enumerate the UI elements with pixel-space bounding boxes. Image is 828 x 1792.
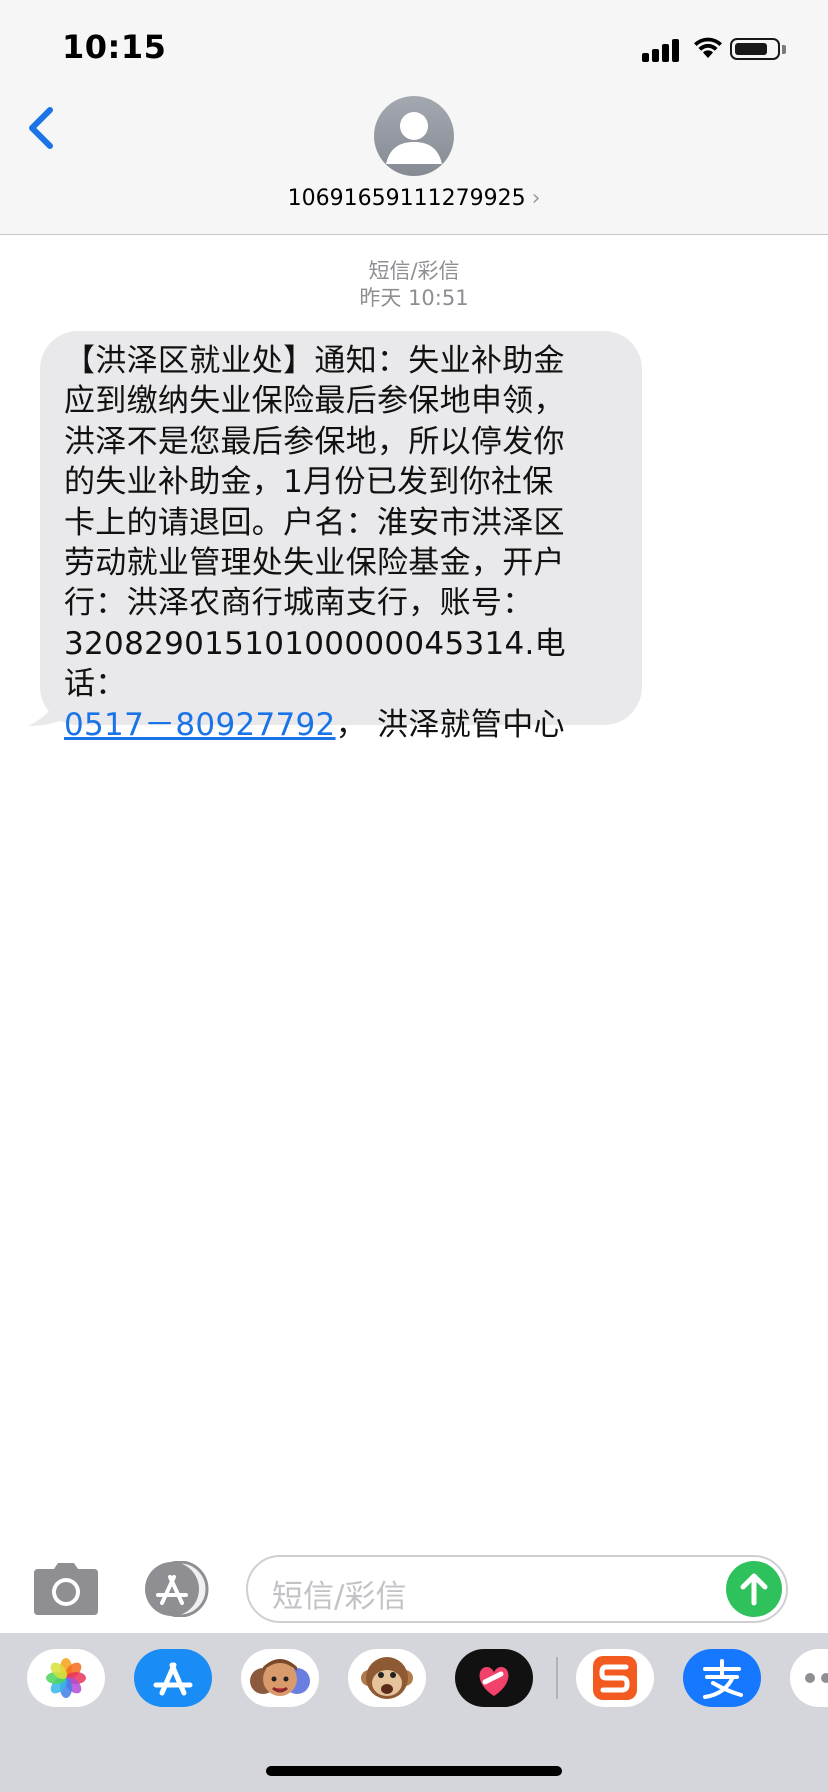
service-label: 短信/彩信 (368, 259, 460, 283)
message-input[interactable]: 短信/彩信 (246, 1555, 788, 1623)
message-signature: ， 洪泽就管中心 (335, 706, 565, 743)
phone-link[interactable]: 0517－80927792 (64, 707, 336, 743)
back-button[interactable] (20, 100, 60, 156)
contact-name-button[interactable]: 10691659111279925 › (0, 186, 828, 211)
message-bubble[interactable]: 【洪泽区就业处】通知：失业补助金 应到缴纳失业保险最后参保地申领， 洪泽不是您最… (40, 331, 642, 743)
input-placeholder: 短信/彩信 (272, 1579, 407, 1615)
battery-icon (730, 38, 780, 60)
sogou-app-icon[interactable] (576, 1649, 654, 1707)
home-indicator[interactable] (266, 1766, 562, 1776)
app-store-icon (145, 1560, 209, 1618)
photos-app-icon[interactable] (27, 1649, 105, 1707)
app-store-button[interactable] (140, 1560, 212, 1618)
send-arrow-icon (740, 1573, 768, 1606)
battery-cap (782, 45, 786, 54)
battery-level (735, 43, 767, 55)
chevron-left-icon (29, 107, 53, 149)
more-apps-icon[interactable] (790, 1649, 828, 1707)
digital-touch-app-icon[interactable] (455, 1649, 533, 1707)
contact-avatar[interactable] (374, 96, 454, 176)
conversation-header: 10:15 10691659111279925 › (0, 0, 828, 235)
camera-icon (34, 1563, 98, 1615)
send-button[interactable] (726, 1561, 782, 1617)
app-store-app-icon[interactable] (134, 1649, 212, 1707)
drawer-divider (556, 1657, 558, 1699)
message-timestamp: 昨天 10:51 (359, 286, 469, 310)
memoji-app-icon[interactable] (241, 1649, 319, 1707)
message-body: 【洪泽区就业处】通知：失业补助金 应到缴纳失业保险最后参保地申领， 洪泽不是您最… (64, 343, 566, 703)
status-icons (642, 34, 792, 64)
status-time: 10:15 (62, 28, 167, 66)
contact-number: 10691659111279925 (287, 186, 526, 211)
message-meta: 短信/彩信 昨天 10:51 (0, 258, 828, 312)
animoji-monkey-app-icon[interactable] (348, 1649, 426, 1707)
message-text: 【洪泽区就业处】通知：失业补助金 应到缴纳失业保险最后参保地申领， 洪泽不是您最… (64, 341, 622, 745)
wifi-icon (694, 37, 722, 58)
chevron-right-icon: › (531, 186, 541, 211)
alipay-app-icon[interactable] (683, 1649, 761, 1707)
camera-button[interactable] (32, 1563, 100, 1617)
person-silhouette-icon (386, 112, 442, 164)
